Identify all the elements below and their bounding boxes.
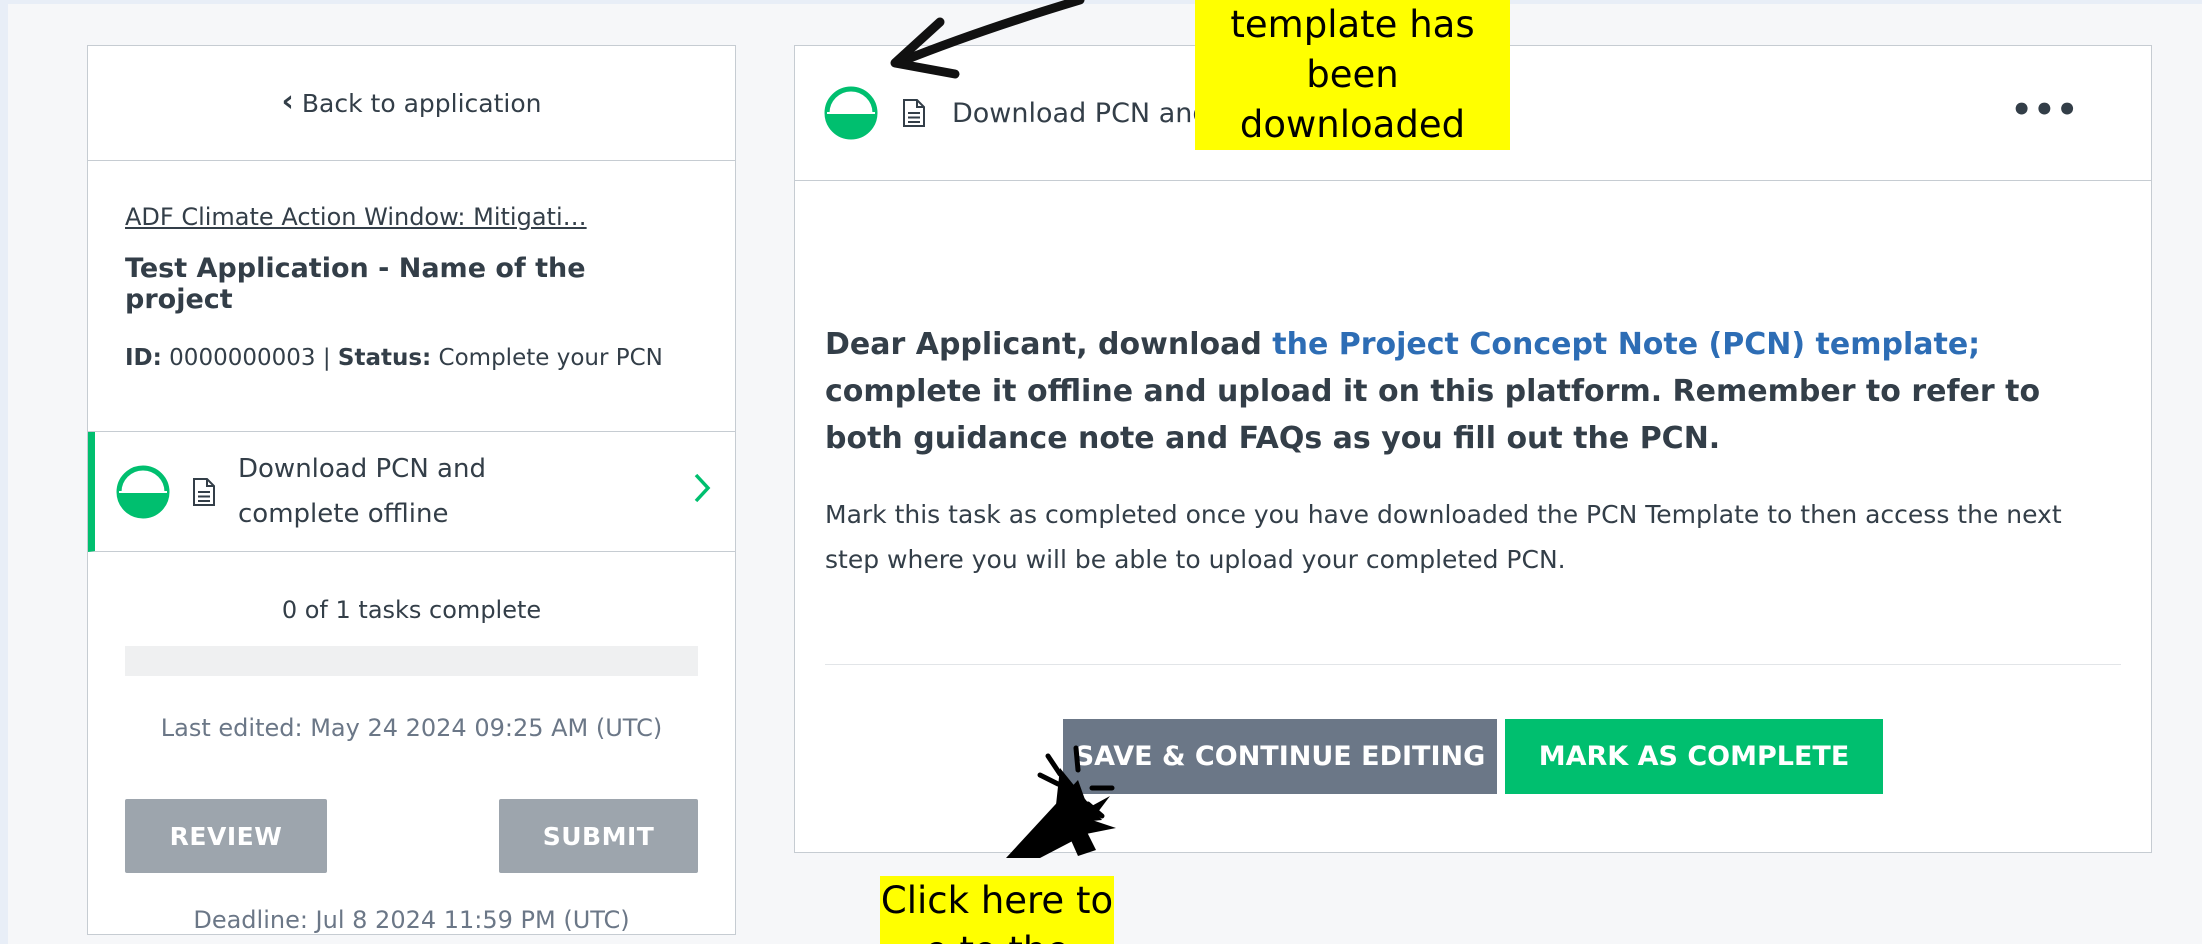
click-cursor-icon [1006,745,1116,858]
annotation-overlay [890,0,1116,858]
arrow-annotation-icon [890,0,1085,79]
